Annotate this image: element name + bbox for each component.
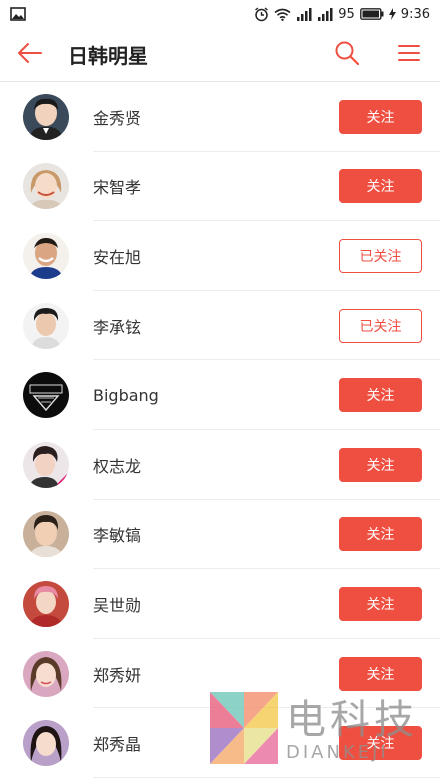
list-item: 李敏镐 关注 [0,500,440,570]
status-bar: 95 9:36 [0,0,440,28]
charging-icon [388,8,396,20]
clock: 9:36 [400,6,430,22]
list-item: 李承铉 已关注 [0,291,440,361]
search-button[interactable] [316,28,378,82]
follow-button[interactable]: 关注 [339,169,422,204]
avatar[interactable] [23,93,69,140]
followed-button[interactable]: 已关注 [339,308,422,343]
follow-button[interactable]: 关注 [339,378,422,413]
star-name: 李承铉 [93,317,142,337]
menu-button[interactable] [378,28,440,82]
list-item: Bigbang 关注 [0,360,440,430]
avatar[interactable] [23,302,69,349]
star-name: 吴世勋 [93,595,142,615]
list-item: 金秀贤 关注 [0,82,440,152]
gallery-notification-icon [10,7,26,21]
list-item: 郑秀妍 关注 [0,639,440,709]
back-button[interactable] [0,28,60,82]
battery-level: 95 [338,6,355,22]
avatar[interactable] [23,580,69,627]
follow-button[interactable]: 关注 [339,99,422,134]
list-item: 权志龙 关注 [0,430,440,500]
list-item: 吴世勋 关注 [0,569,440,639]
search-icon [334,40,360,70]
follow-button[interactable]: 关注 [339,656,422,691]
wifi-icon [274,8,291,21]
star-name: Bigbang [93,385,159,405]
star-name: 郑秀晶 [93,735,142,755]
follow-button[interactable]: 关注 [339,586,422,621]
list-item: 郑秀晶 关注 [0,708,440,778]
arrow-left-icon [17,42,43,68]
follow-button[interactable]: 关注 [339,447,422,482]
alarm-icon [254,6,269,22]
avatar[interactable] [23,441,69,488]
star-name: 安在旭 [93,247,142,267]
hamburger-menu-icon [398,44,420,66]
avatar[interactable] [23,372,69,419]
list-item: 宋智孝 关注 [0,152,440,222]
follow-button[interactable]: 关注 [339,517,422,552]
star-name: 权志龙 [93,456,142,476]
avatar[interactable] [23,720,69,767]
avatar[interactable] [23,163,69,210]
list-item: 安在旭 已关注 [0,221,440,291]
avatar[interactable] [23,511,69,558]
follow-button[interactable]: 关注 [339,726,422,761]
star-name: 郑秀妍 [93,665,142,685]
avatar[interactable] [23,650,69,697]
star-name: 李敏镐 [93,526,142,546]
star-list: 金秀贤 关注 宋智孝 关注 安在旭 已关注 李承铉 已关注 Bigbang 关注 [0,82,440,778]
battery-icon [359,8,384,20]
followed-button[interactable]: 已关注 [339,238,422,273]
star-name: 宋智孝 [93,178,142,198]
avatar[interactable] [23,232,69,279]
signal-icon-1 [296,7,312,21]
app-bar: 日韩明星 [0,28,440,82]
star-name: 金秀贤 [93,108,142,128]
page-title: 日韩明星 [68,44,148,68]
signal-icon-2 [317,7,333,21]
